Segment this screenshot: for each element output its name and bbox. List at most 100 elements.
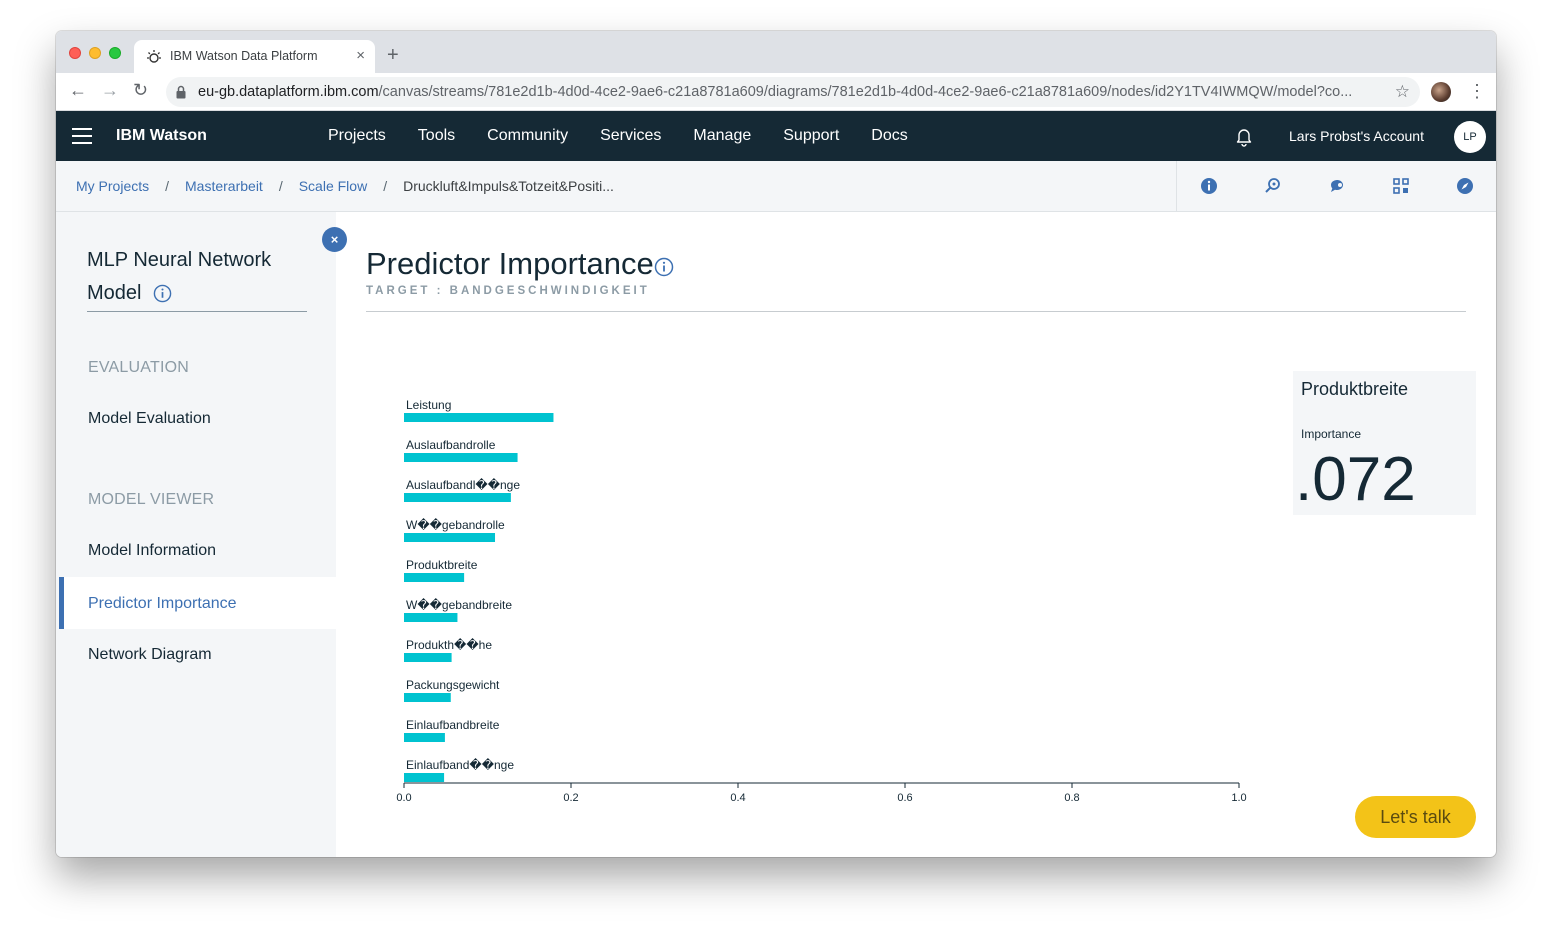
- nav-services[interactable]: Services: [600, 127, 661, 145]
- breadcrumb-separator: /: [165, 178, 170, 194]
- page-title: Predictor Importance: [366, 246, 654, 281]
- hamburger-menu-icon[interactable]: [72, 128, 92, 144]
- address-bar[interactable]: eu-gb.dataplatform.ibm.com/canvas/stream…: [166, 77, 1420, 107]
- forward-icon[interactable]: →: [101, 81, 119, 99]
- importance-bar[interactable]: [404, 613, 458, 622]
- breadcrumb-bar: My Projects / Masterarbeit / Scale Flow …: [56, 161, 1496, 212]
- nav-tools[interactable]: Tools: [418, 127, 455, 145]
- close-window-button[interactable]: [69, 47, 81, 59]
- breadcrumb-current: Druckluft&Impuls&Totzeit&Positi...: [403, 178, 614, 194]
- breadcrumb-scale-flow[interactable]: Scale Flow: [299, 178, 367, 194]
- detail-predictor-name: Produktbreite: [1301, 379, 1409, 399]
- close-panel-button[interactable]: ×: [322, 227, 347, 252]
- bar-label: Auslaufbandl��nge: [406, 478, 520, 492]
- detail-importance-value: .072: [1295, 445, 1416, 514]
- bar-label: Einlaufbandbreite: [406, 718, 500, 732]
- title-rule: [366, 311, 1466, 312]
- back-icon[interactable]: ←: [69, 81, 87, 99]
- bar-label: Packungsgewicht: [406, 678, 500, 692]
- bar-label: W��gebandbreite: [406, 598, 512, 612]
- nav-community[interactable]: Community: [487, 127, 568, 145]
- new-tab-button[interactable]: +: [387, 45, 399, 65]
- importance-bar[interactable]: [404, 413, 554, 422]
- info-icon[interactable]: [1200, 177, 1218, 195]
- importance-bar[interactable]: [404, 733, 445, 742]
- breadcrumb: My Projects / Masterarbeit / Scale Flow …: [76, 178, 614, 194]
- model-title-line1: MLP Neural Network: [87, 249, 272, 271]
- model-title: MLP Neural Network Model: [87, 244, 307, 310]
- importance-bar[interactable]: [404, 773, 445, 782]
- browser-window: IBM Watson Data Platform × + ← → ↻ eu-gb…: [56, 31, 1496, 857]
- user-avatar[interactable]: LP: [1454, 121, 1486, 153]
- sidebar-item-model-information[interactable]: Model Information: [88, 542, 216, 560]
- app-header: IBM Watson Projects Tools Community Serv…: [56, 111, 1496, 161]
- maximize-window-button[interactable]: [109, 47, 121, 59]
- nav-support[interactable]: Support: [783, 127, 839, 145]
- model-title-line2: Model: [87, 282, 142, 304]
- section-model-viewer: MODEL VIEWER: [88, 491, 215, 508]
- detail-importance-label: Importance: [1301, 427, 1362, 441]
- account-switcher[interactable]: Lars Probst's Account: [1289, 128, 1424, 144]
- watson-favicon-icon: [147, 50, 161, 63]
- bar-label: Leistung: [406, 398, 451, 412]
- comments-icon[interactable]: [1328, 177, 1346, 195]
- lets-talk-button[interactable]: Let's talk: [1355, 796, 1476, 838]
- breadcrumb-my-projects[interactable]: My Projects: [76, 178, 149, 194]
- breadcrumb-masterarbeit[interactable]: Masterarbeit: [185, 178, 263, 194]
- x-tick-label: 0.6: [897, 792, 912, 801]
- importance-chart: Leistung Auslaufbandrolle Auslaufbandl��ng…: [396, 398, 1246, 801]
- sidebar-item-predictor-importance-label: Predictor Importance: [88, 595, 237, 612]
- importance-bar[interactable]: [404, 533, 496, 542]
- sidebar-item-model-evaluation[interactable]: Model Evaluation: [88, 410, 211, 428]
- nav-docs[interactable]: Docs: [871, 127, 907, 145]
- compass-icon[interactable]: [1456, 177, 1474, 195]
- bar-label: Produkth��he: [406, 638, 492, 652]
- palette-grid-icon[interactable]: [1392, 177, 1410, 195]
- importance-bar[interactable]: [404, 573, 465, 582]
- browser-menu-icon[interactable]: ⋮: [1468, 81, 1486, 102]
- model-info-icon[interactable]: [153, 284, 172, 303]
- x-tick-label: 0.4: [730, 792, 745, 801]
- bookmark-star-icon[interactable]: ☆: [1395, 82, 1410, 102]
- notification-bell-icon[interactable]: [1233, 125, 1255, 147]
- breadcrumb-separator: /: [383, 178, 388, 194]
- bar-label: Auslaufbandrolle: [406, 438, 496, 452]
- x-tick-label: 0.0: [396, 792, 411, 801]
- x-tick-label: 0.8: [1064, 792, 1079, 801]
- reload-icon[interactable]: ↻: [133, 81, 148, 99]
- url-host: eu-gb.dataplatform.ibm.com: [198, 84, 379, 100]
- tab-strip: IBM Watson Data Platform × +: [56, 31, 1496, 73]
- url-text: eu-gb.dataplatform.ibm.com/canvas/stream…: [198, 84, 1378, 100]
- x-tick-label: 0.2: [563, 792, 578, 801]
- bar-label: Einlaufband��nge: [406, 758, 514, 772]
- minimize-window-button[interactable]: [89, 47, 101, 59]
- main-nav: Projects Tools Community Services Manage…: [328, 127, 940, 145]
- title-info-icon[interactable]: [654, 257, 674, 277]
- x-tick-label: 1.0: [1231, 792, 1246, 801]
- title-divider: [87, 311, 307, 312]
- browser-tab[interactable]: IBM Watson Data Platform ×: [134, 40, 375, 73]
- importance-bar[interactable]: [404, 693, 451, 702]
- nav-projects[interactable]: Projects: [328, 127, 386, 145]
- nav-manage[interactable]: Manage: [693, 127, 751, 145]
- profile-avatar[interactable]: [1431, 82, 1451, 102]
- model-title-line2-wrap: Model: [87, 277, 307, 310]
- brand-logo[interactable]: IBM Watson: [116, 127, 207, 145]
- sidebar-item-network-diagram[interactable]: Network Diagram: [88, 646, 212, 664]
- tab-close-icon[interactable]: ×: [356, 47, 365, 64]
- breadcrumb-separator: /: [278, 178, 283, 194]
- bar-label: Produktbreite: [406, 558, 478, 572]
- url-path: /canvas/streams/781e2d1b-4d0d-4ce2-9ae6-…: [378, 84, 1353, 100]
- importance-bar[interactable]: [404, 653, 452, 662]
- lock-icon: [176, 85, 186, 99]
- tab-title: IBM Watson Data Platform: [170, 49, 318, 63]
- section-evaluation: EVALUATION: [88, 359, 189, 376]
- predictor-detail-card: Produktbreite Importance .072: [1293, 371, 1476, 515]
- run-history-icon[interactable]: [1264, 177, 1282, 195]
- importance-bar[interactable]: [404, 493, 511, 502]
- bar-label: W��gebandrolle: [406, 518, 505, 532]
- browser-toolbar: ← → ↻ eu-gb.dataplatform.ibm.com/canvas/…: [56, 73, 1496, 111]
- target-label: TARGET : BANDGESCHWINDIGKEIT: [366, 285, 650, 297]
- importance-bar[interactable]: [404, 453, 518, 462]
- toolbar-icons: [1176, 161, 1496, 212]
